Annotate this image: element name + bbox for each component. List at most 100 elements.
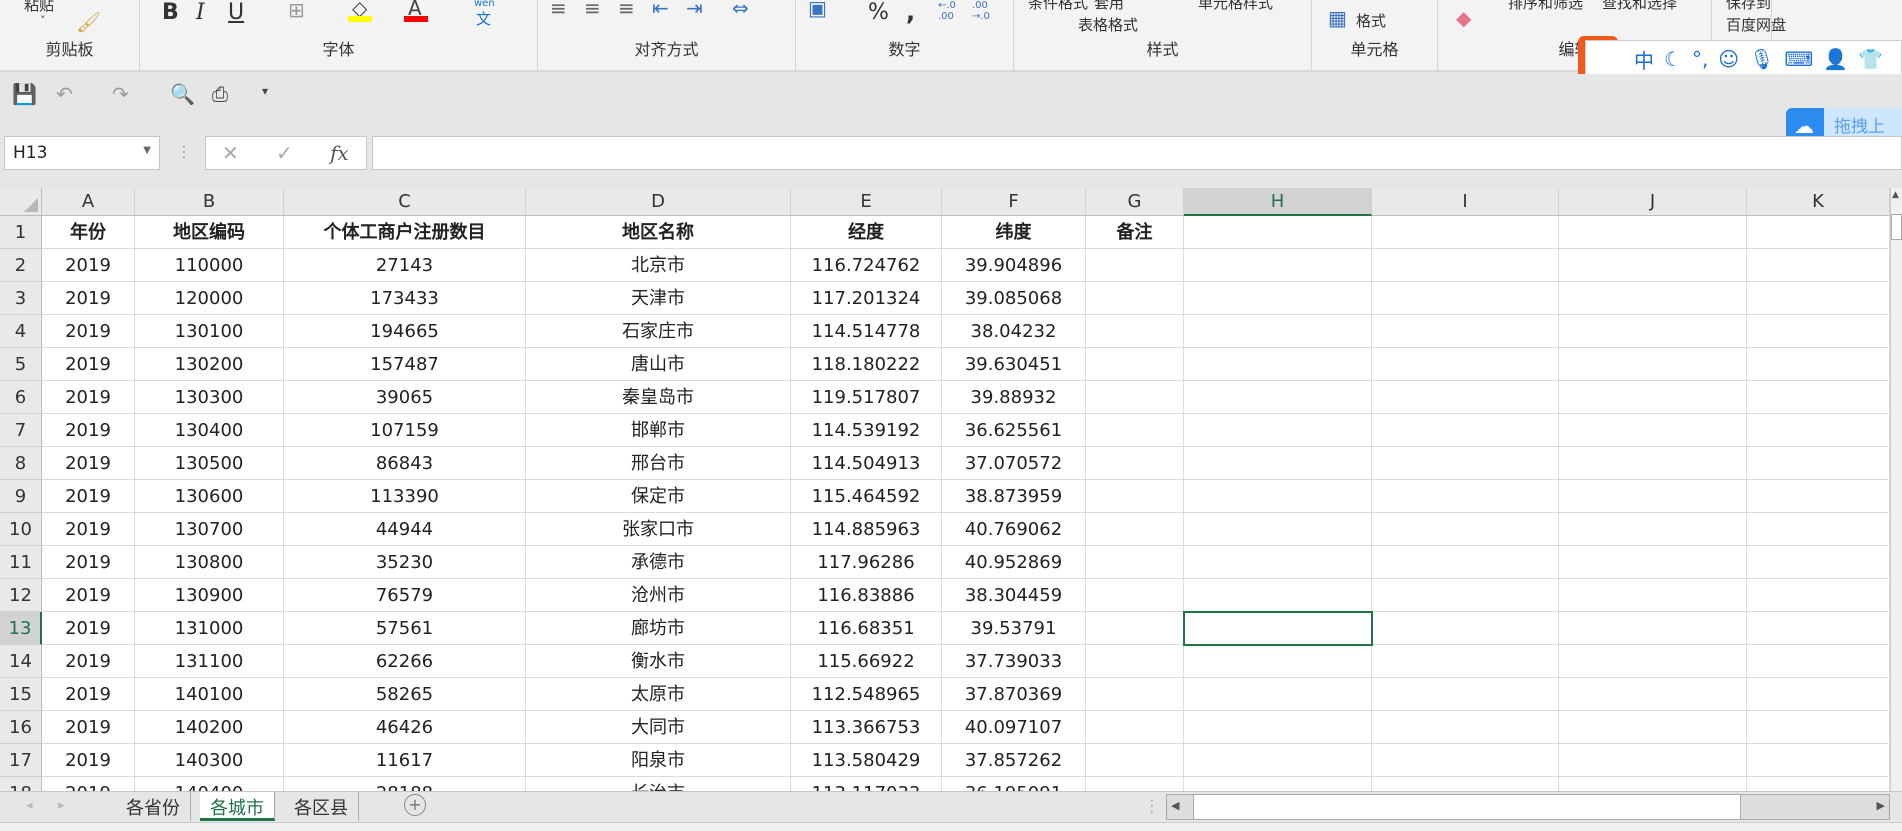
table-cell[interactable]: 115.464592	[791, 480, 942, 513]
table-cell[interactable]: 120000	[135, 282, 284, 315]
table-cell[interactable]: 118.180222	[791, 348, 942, 381]
table-cell[interactable]	[1184, 249, 1372, 282]
table-cell[interactable]: 140300	[135, 744, 284, 777]
next-sheet-icon[interactable]: ▸	[58, 798, 65, 813]
table-cell[interactable]	[1086, 546, 1184, 579]
table-cell[interactable]	[1747, 447, 1890, 480]
table-cell[interactable]: 119.517807	[791, 381, 942, 414]
table-cell[interactable]	[1086, 315, 1184, 348]
sort-filter-button[interactable]: 排序和筛选	[1508, 0, 1583, 13]
accounting-format-icon[interactable]: ▣	[808, 0, 827, 20]
table-cell[interactable]	[1184, 579, 1372, 612]
table-cell[interactable]	[1559, 777, 1747, 791]
table-cell[interactable]: 2019	[42, 744, 135, 777]
table-cell[interactable]: 衡水市	[526, 645, 791, 678]
table-cell[interactable]: 140200	[135, 711, 284, 744]
table-cell[interactable]: 130100	[135, 315, 284, 348]
column-header-I[interactable]: I	[1372, 188, 1559, 216]
row-header[interactable]: 7	[0, 414, 42, 447]
table-cell[interactable]	[1559, 381, 1747, 414]
table-cell[interactable]: 117.96286	[791, 546, 942, 579]
table-cell[interactable]	[1559, 546, 1747, 579]
table-cell[interactable]	[1372, 513, 1559, 546]
column-header-J[interactable]: J	[1559, 188, 1747, 216]
table-cell[interactable]	[1559, 711, 1747, 744]
column-header-H[interactable]: H	[1184, 188, 1372, 216]
table-cell[interactable]: 保定市	[526, 480, 791, 513]
clear-eraser-icon[interactable]: ◆	[1456, 6, 1471, 30]
insert-function-icon[interactable]: fx	[330, 141, 349, 165]
table-cell[interactable]: 天津市	[526, 282, 791, 315]
cancel-icon[interactable]: ✕	[222, 141, 239, 165]
table-cell[interactable]: 39.085068	[942, 282, 1086, 315]
table-cell[interactable]	[1747, 777, 1890, 791]
sheet-tab[interactable]: 各城市	[200, 792, 275, 821]
header-cell[interactable]: 备注	[1086, 216, 1184, 249]
drag-handle-icon[interactable]: ⋮	[176, 142, 192, 161]
sheet-tab[interactable]: 各省份	[116, 792, 191, 821]
table-cell[interactable]	[1372, 711, 1559, 744]
table-cell[interactable]: 112.548965	[791, 678, 942, 711]
table-cell[interactable]: 2019	[42, 777, 135, 791]
table-cell[interactable]	[1086, 513, 1184, 546]
row-header[interactable]: 10	[0, 513, 42, 546]
table-cell[interactable]	[1372, 348, 1559, 381]
table-cell[interactable]: 114.885963	[791, 513, 942, 546]
table-cell[interactable]: 62266	[284, 645, 526, 678]
table-cell[interactable]: 2019	[42, 381, 135, 414]
table-cell[interactable]	[1086, 282, 1184, 315]
header-cell[interactable]: 地区编码	[135, 216, 284, 249]
print-icon[interactable]: ⎙	[212, 82, 228, 106]
header-cell[interactable]: 纬度	[942, 216, 1086, 249]
table-cell[interactable]: 113.366753	[791, 711, 942, 744]
table-cell[interactable]	[1184, 711, 1372, 744]
header-cell[interactable]	[1372, 216, 1559, 249]
column-header-B[interactable]: B	[135, 188, 284, 216]
table-cell[interactable]: 57561	[284, 612, 526, 645]
table-cell[interactable]	[1559, 480, 1747, 513]
table-cell[interactable]: 117.201324	[791, 282, 942, 315]
table-cell[interactable]: 130400	[135, 414, 284, 447]
table-cell[interactable]: 107159	[284, 414, 526, 447]
table-cell[interactable]: 2019	[42, 711, 135, 744]
table-cell[interactable]: 2019	[42, 645, 135, 678]
table-cell[interactable]: 2019	[42, 348, 135, 381]
table-cell[interactable]	[1372, 546, 1559, 579]
column-header-E[interactable]: E	[791, 188, 942, 216]
row-header[interactable]: 9	[0, 480, 42, 513]
align-center-icon[interactable]: ≡	[584, 0, 601, 20]
table-cell[interactable]: 36.195091	[942, 777, 1086, 791]
baidu-save-line1[interactable]: 保存到	[1726, 0, 1771, 13]
table-cell[interactable]	[1184, 480, 1372, 513]
header-cell[interactable]: 个体工商户注册数目	[284, 216, 526, 249]
header-cell[interactable]: 年份	[42, 216, 135, 249]
table-cell[interactable]	[1747, 414, 1890, 447]
redo-icon[interactable]: ↷	[112, 82, 129, 106]
scroll-up-icon[interactable]: ▲	[1892, 190, 1899, 200]
table-cell[interactable]	[1086, 678, 1184, 711]
keyboard-icon[interactable]: ⌨	[1785, 47, 1814, 71]
row-header[interactable]: 16	[0, 711, 42, 744]
table-cell[interactable]: 2019	[42, 612, 135, 645]
table-cell[interactable]: 37.070572	[942, 447, 1086, 480]
table-cell[interactable]: 114.514778	[791, 315, 942, 348]
table-cell[interactable]	[1559, 282, 1747, 315]
row-header[interactable]: 11	[0, 546, 42, 579]
merge-cells-icon[interactable]: ⇔	[732, 0, 749, 20]
column-header-K[interactable]: K	[1747, 188, 1890, 216]
table-cell[interactable]: 2019	[42, 249, 135, 282]
table-cell[interactable]	[1086, 480, 1184, 513]
moon-icon[interactable]: ☾	[1664, 47, 1682, 71]
column-header-F[interactable]: F	[942, 188, 1086, 216]
table-cell[interactable]	[1372, 414, 1559, 447]
table-cell[interactable]	[1372, 678, 1559, 711]
table-cell[interactable]	[1086, 579, 1184, 612]
table-cell[interactable]	[1747, 513, 1890, 546]
table-cell[interactable]	[1559, 612, 1747, 645]
table-cell[interactable]	[1747, 711, 1890, 744]
table-cell[interactable]: 131100	[135, 645, 284, 678]
table-cell[interactable]	[1747, 645, 1890, 678]
table-cell[interactable]	[1184, 744, 1372, 777]
table-cell[interactable]	[1184, 348, 1372, 381]
save-icon[interactable]: 💾	[12, 82, 37, 106]
